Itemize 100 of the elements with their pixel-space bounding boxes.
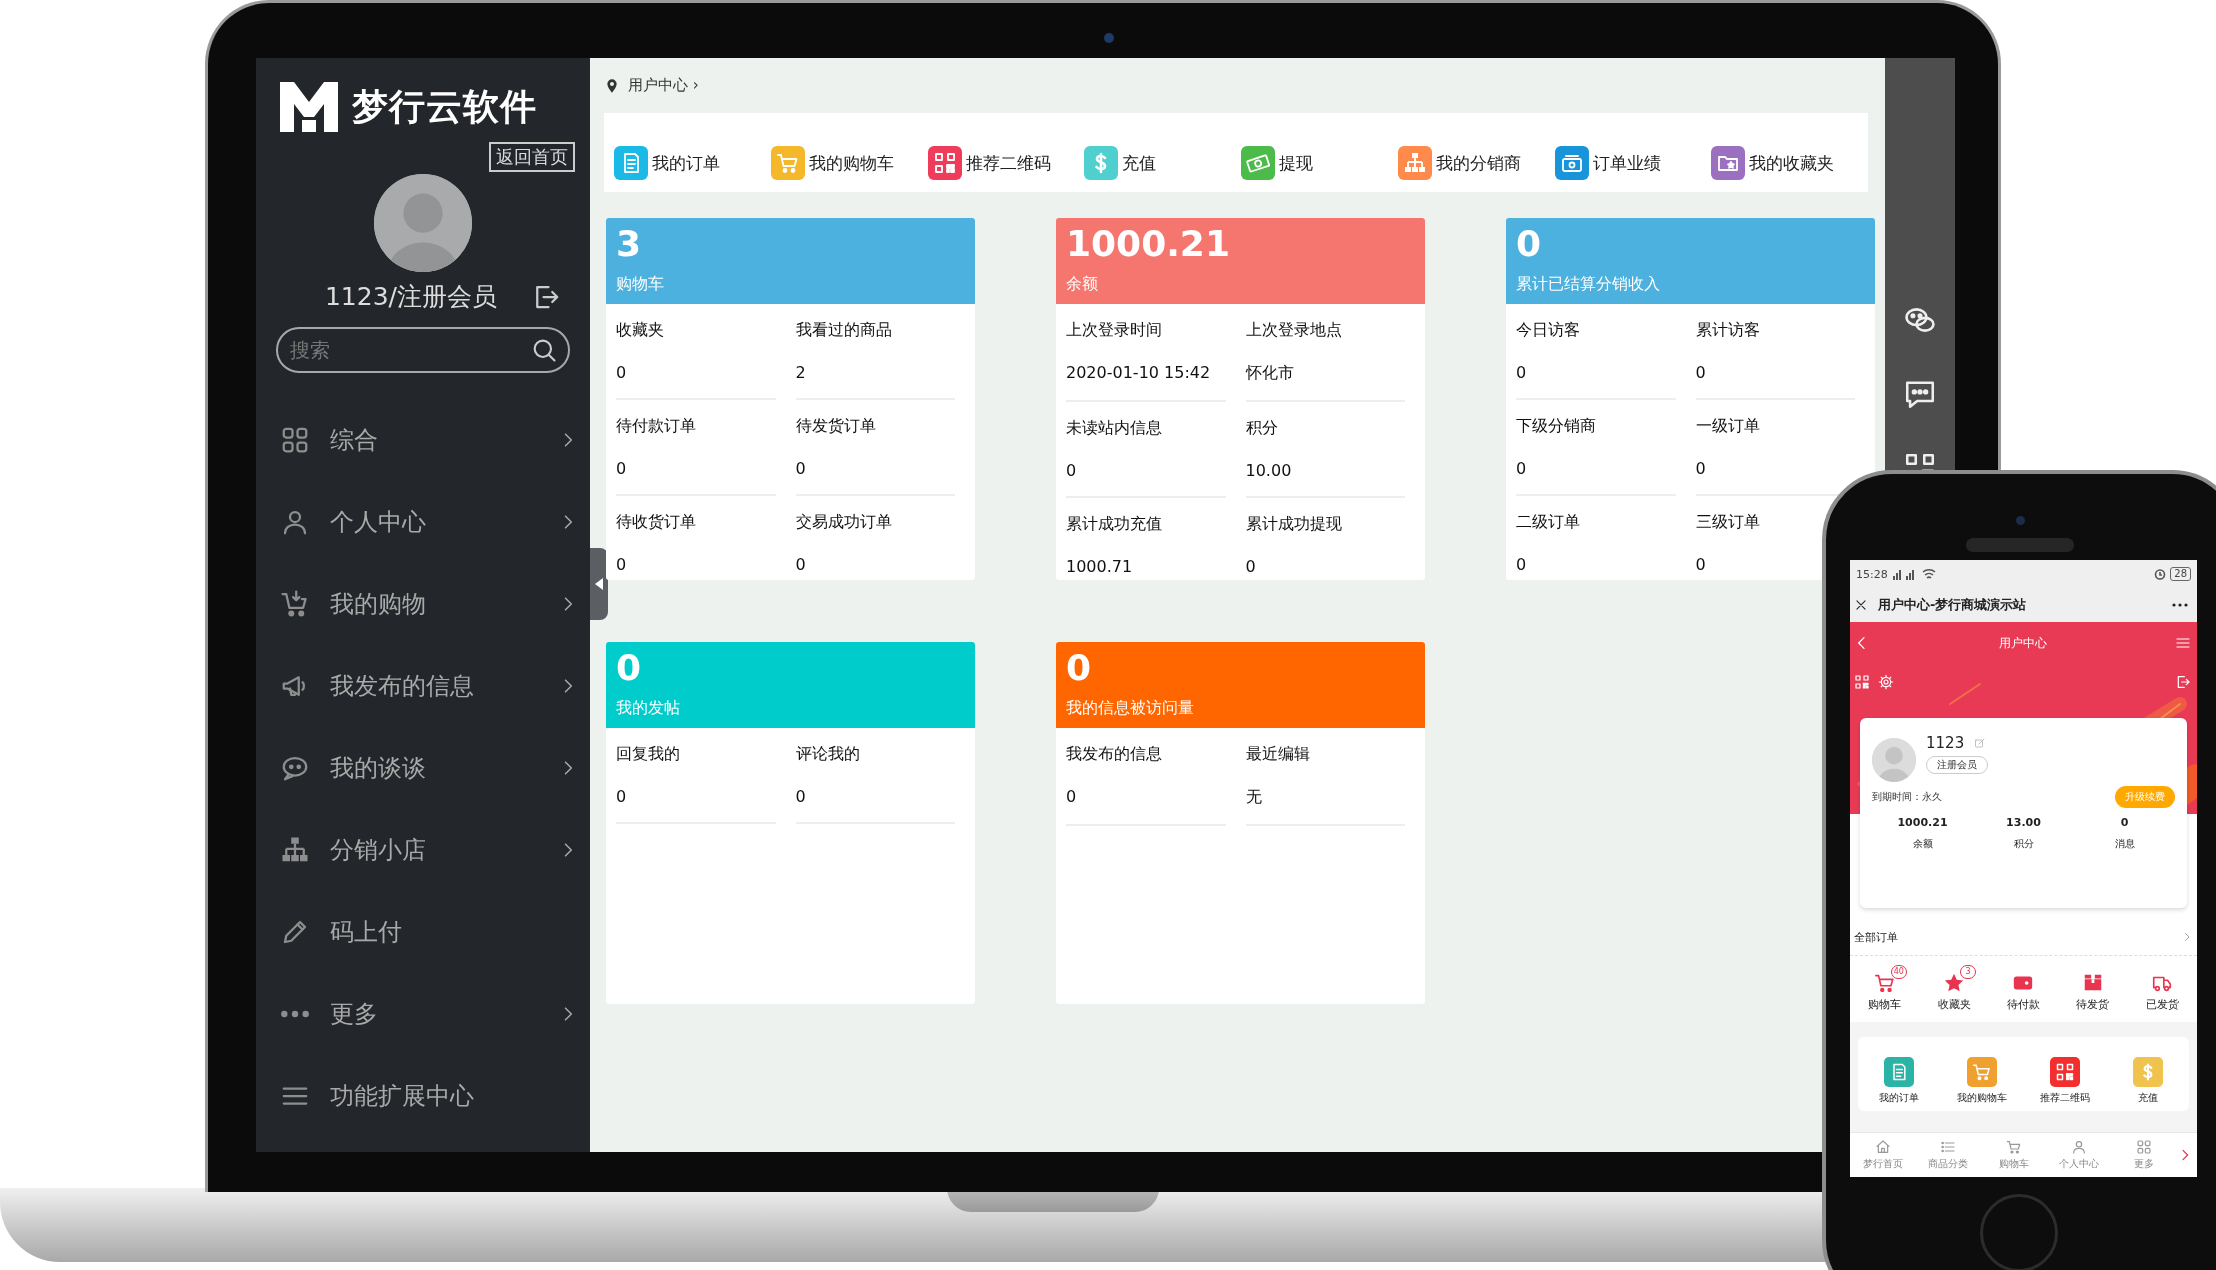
- sidebar-item[interactable]: 分销小店: [256, 809, 590, 891]
- field-label: 上次登录时间: [1066, 320, 1163, 341]
- field-label: 待发货订单: [795, 416, 877, 437]
- field-label: 交易成功订单: [795, 512, 893, 533]
- stat-label: 消息: [2113, 837, 2136, 851]
- shortcut-item[interactable]: 推荐二维码: [2023, 1057, 2107, 1105]
- card-title: 我的发帖: [616, 698, 681, 719]
- field-label: 待付款订单: [616, 416, 697, 437]
- count-badge: 40: [1890, 965, 1907, 979]
- shortcut-item[interactable]: 我的分销商: [1397, 146, 1555, 180]
- field-value: 0: [1695, 459, 1707, 478]
- stat-value: 0: [1516, 222, 1543, 266]
- field-label: 上次登录地点: [1245, 320, 1343, 341]
- field-value: 2020-01-10 15:42: [1066, 363, 1212, 382]
- order-shortcut[interactable]: 待付款: [1988, 964, 2059, 1012]
- shortcut-item[interactable]: 推荐二维码: [927, 146, 1085, 180]
- count-badge: 3: [1960, 965, 1977, 979]
- field-value: 0: [1245, 557, 1257, 576]
- field-label: 我发布的信息: [1066, 744, 1163, 765]
- field-label: 累计成功提现: [1245, 514, 1343, 535]
- shortcut-item[interactable]: 提现: [1241, 146, 1398, 180]
- stat-value: 1000.21: [1066, 222, 1231, 266]
- nav-item[interactable]: 更多: [2111, 1139, 2178, 1171]
- card-title: 余额: [1066, 274, 1099, 295]
- sidebar-item[interactable]: 更多: [256, 973, 590, 1055]
- shortcut-item[interactable]: 我的购物车: [770, 146, 928, 180]
- nav-item[interactable]: 商品分类: [1915, 1139, 1981, 1171]
- field-value: 0: [616, 363, 628, 382]
- shortcut-item[interactable]: 充值: [1084, 146, 1241, 180]
- stat-value: 0: [616, 646, 643, 690]
- stat-value: 1000.21: [1896, 816, 1949, 829]
- field-label: 二级订单: [1516, 512, 1581, 533]
- sidebar-item[interactable]: 综合: [256, 399, 590, 481]
- shortcut-item[interactable]: 订单业绩: [1554, 146, 1712, 180]
- shortcut-item[interactable]: 我的订单: [614, 146, 771, 180]
- shortcut-item[interactable]: 我的订单: [1858, 1057, 1941, 1105]
- field-label: 累计访客: [1695, 320, 1761, 341]
- user-name: 1123: [1926, 734, 1965, 752]
- page-title: 用户中心-梦行商城演示站: [1878, 596, 2028, 614]
- shortcut-item[interactable]: 充值: [2106, 1057, 2189, 1105]
- expiry-text: 到期时间：永久: [1872, 790, 1942, 804]
- field-label: 收藏夹: [616, 320, 665, 341]
- field-value: 0: [1695, 555, 1707, 574]
- field-label: 积分: [1245, 418, 1279, 439]
- field-value: 0: [1695, 363, 1707, 382]
- all-orders-link[interactable]: 全部订单: [1850, 919, 2197, 956]
- field-label: 累计成功充值: [1066, 514, 1163, 535]
- field-label: 未读站内信息: [1066, 418, 1163, 439]
- nav-item[interactable]: 梦行首页: [1850, 1139, 1916, 1171]
- nav-item[interactable]: 个人中心: [2046, 1139, 2112, 1171]
- search-field[interactable]: 搜索: [276, 327, 570, 373]
- field-value: 0: [795, 555, 807, 574]
- battery-indicator: 28: [2170, 567, 2191, 581]
- order-shortcut[interactable]: 40 购物车: [1850, 964, 1920, 1012]
- card-title: 累计已结算分销收入: [1516, 274, 1661, 295]
- sidebar-item[interactable]: 个人中心: [256, 481, 590, 563]
- field-value: 0: [1516, 459, 1528, 478]
- stat-label: 积分: [2012, 837, 2035, 851]
- field-value: 0: [795, 787, 807, 806]
- field-label: 今日访客: [1516, 320, 1581, 341]
- shortcut-item[interactable]: 我的购物车: [1940, 1057, 2024, 1105]
- stat-value: 13.00: [2005, 816, 2042, 829]
- order-shortcut[interactable]: 已发货: [2127, 964, 2197, 1012]
- stat-value: 0: [2119, 816, 2130, 829]
- field-value: 0: [795, 459, 807, 478]
- card-title: 购物车: [616, 274, 665, 295]
- shortcut-item[interactable]: 我的收藏夹: [1711, 146, 1868, 180]
- field-value: 0: [1516, 363, 1528, 382]
- field-value: 0: [616, 787, 628, 806]
- status-time: 15:28: [1856, 567, 1888, 581]
- sidebar-item[interactable]: 我发布的信息: [256, 645, 590, 727]
- order-shortcut[interactable]: 3 收藏夹: [1919, 964, 1989, 1012]
- stat-value: 3: [616, 222, 643, 266]
- field-value: 10.00: [1245, 461, 1293, 480]
- breadcrumb[interactable]: 用户中心 ›: [628, 76, 699, 95]
- field-label: 一级订单: [1695, 416, 1761, 437]
- header-bar: 用户中心: [1850, 622, 2197, 664]
- field-label: 最近编辑: [1245, 744, 1311, 765]
- nav-item[interactable]: 购物车: [1980, 1139, 2047, 1171]
- stat-value: 0: [1066, 646, 1093, 690]
- home-link[interactable]: 返回首页: [489, 142, 575, 172]
- field-label: 待收货订单: [616, 512, 697, 533]
- field-value: 0: [616, 459, 628, 478]
- user-name: 1123/注册会员: [324, 281, 497, 313]
- stat-label: 余额: [1911, 837, 1934, 851]
- sidebar-item[interactable]: 我的谈谈: [256, 727, 590, 809]
- sidebar-item[interactable]: 功能扩展中心: [256, 1055, 590, 1137]
- field-value: 2: [795, 363, 807, 382]
- field-label: 评论我的: [795, 744, 861, 765]
- order-shortcut[interactable]: 待发货: [2058, 964, 2128, 1012]
- field-value: 0: [1066, 787, 1078, 806]
- sidebar-item[interactable]: 我的购物: [256, 563, 590, 645]
- field-label: 三级订单: [1695, 512, 1761, 533]
- sidebar-item[interactable]: 码上付: [256, 891, 590, 973]
- field-label: 我看过的商品: [795, 320, 893, 341]
- field-value: 1000.71: [1066, 557, 1134, 576]
- field-value: 怀化市: [1245, 363, 1295, 384]
- field-label: 下级分销商: [1516, 416, 1597, 437]
- field-value: 0: [616, 555, 628, 574]
- field-value: 无: [1245, 787, 1263, 808]
